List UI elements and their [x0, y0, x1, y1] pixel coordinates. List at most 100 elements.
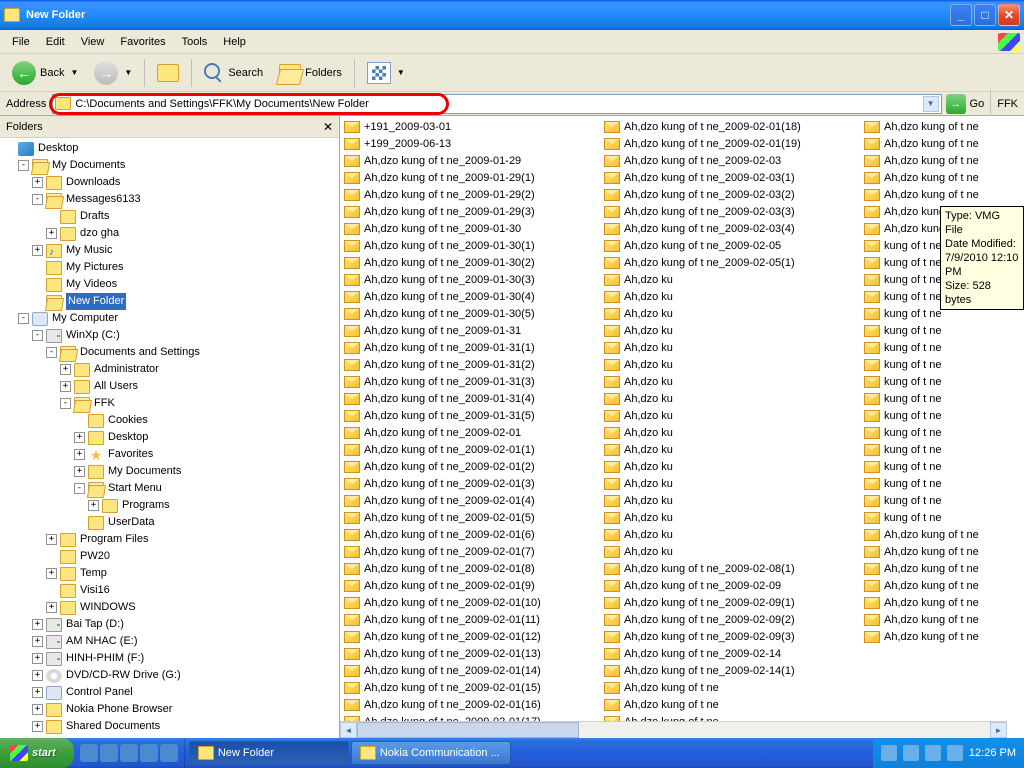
file-item[interactable]: kung of t ne [864, 356, 1014, 373]
tree-node-baitap[interactable]: +Bai Tap (D:) [4, 616, 339, 633]
file-item[interactable]: Ah,dzo ku [604, 322, 864, 339]
expand-icon[interactable]: + [32, 704, 43, 715]
file-item[interactable]: Ah,dzo ku [604, 339, 864, 356]
expand-icon[interactable]: + [60, 381, 71, 392]
file-item[interactable]: Ah,dzo kung of t ne_2009-02-09(1) [604, 594, 864, 611]
file-item[interactable]: Ah,dzo kung of t ne_2009-02-01(11) [344, 611, 604, 628]
scroll-left-icon[interactable]: ◄ [340, 722, 357, 738]
file-item[interactable]: Ah,dzo kung of t ne_2009-02-09 [604, 577, 864, 594]
tree-node-mydocs2[interactable]: +My Documents [4, 463, 339, 480]
file-item[interactable]: Ah,dzo kung of t ne_2009-02-05 [604, 237, 864, 254]
file-item[interactable]: Ah,dzo kung of t ne_2009-02-09(2) [604, 611, 864, 628]
file-item[interactable]: Ah,dzo kung of t ne_2009-01-31(5) [344, 407, 604, 424]
file-item[interactable]: Ah,dzo kung of t ne_2009-02-01(13) [344, 645, 604, 662]
file-item[interactable]: Ah,dzo ku [604, 288, 864, 305]
file-item[interactable]: Ah,dzo kung of t ne_2009-02-01(14) [344, 662, 604, 679]
tree-node-desktop2[interactable]: +Desktop [4, 429, 339, 446]
address-input[interactable]: C:\Documents and Settings\FFK\My Documen… [52, 94, 941, 114]
file-item[interactable]: Ah,dzo ku [604, 373, 864, 390]
file-item[interactable]: Ah,dzo ku [604, 441, 864, 458]
tree-node-myvids[interactable]: My Videos [4, 276, 339, 293]
tree-node-amnhac[interactable]: +AM NHAC (E:) [4, 633, 339, 650]
up-button[interactable] [151, 58, 185, 88]
file-item[interactable]: Ah,dzo kung of t ne_2009-01-30(4) [344, 288, 604, 305]
file-item[interactable]: Ah,dzo kung of t ne_2009-01-29(3) [344, 203, 604, 220]
go-button[interactable]: → [946, 94, 966, 114]
file-item[interactable]: Ah,dzo kung of t ne_2009-02-01(12) [344, 628, 604, 645]
tree-node-progfiles[interactable]: +Program Files [4, 531, 339, 548]
file-item[interactable]: Ah,dzo kung of t ne [864, 560, 1014, 577]
menu-edit[interactable]: Edit [38, 33, 73, 51]
file-item[interactable]: kung of t ne [864, 322, 1014, 339]
file-item[interactable]: Ah,dzo kung of t ne_2009-02-01(2) [344, 458, 604, 475]
scroll-right-icon[interactable]: ► [990, 722, 1007, 738]
folders-button[interactable]: Folders [273, 58, 348, 88]
menu-favorites[interactable]: Favorites [112, 33, 173, 51]
tree-node-allusers[interactable]: +All Users [4, 378, 339, 395]
back-button[interactable]: ← Back ▼ [6, 58, 84, 88]
views-button[interactable]: ▼ [361, 58, 411, 88]
file-item[interactable]: kung of t ne [864, 509, 1014, 526]
file-item[interactable]: Ah,dzo kung of t ne_2009-02-14(1) [604, 662, 864, 679]
taskbar-item-newfolder[interactable]: New Folder [189, 741, 349, 765]
file-item[interactable]: Ah,dzo kung of t ne_2009-01-31(1) [344, 339, 604, 356]
file-item[interactable]: Ah,dzo ku [604, 526, 864, 543]
taskbar-item-nokia[interactable]: Nokia Communication ... [351, 741, 511, 765]
file-item[interactable]: Ah,dzo kung of t ne_2009-02-14 [604, 645, 864, 662]
file-item[interactable]: Ah,dzo kung of t ne_2009-02-01(4) [344, 492, 604, 509]
sidebar-close-icon[interactable]: ✕ [323, 120, 333, 134]
tree-node-ffk[interactable]: -FFK [4, 395, 339, 412]
scroll-thumb[interactable] [357, 722, 579, 738]
quicklaunch-icon[interactable] [120, 744, 138, 762]
expand-icon[interactable]: - [18, 313, 29, 324]
file-item[interactable]: Ah,dzo kung of t ne_2009-01-30(1) [344, 237, 604, 254]
file-item[interactable]: kung of t ne [864, 458, 1014, 475]
menu-file[interactable]: File [4, 33, 38, 51]
file-item[interactable]: kung of t ne [864, 339, 1014, 356]
tree-node-shared[interactable]: +Shared Documents [4, 718, 339, 735]
file-list-pane[interactable]: +191_2009-03-01+199_2009-06-13Ah,dzo kun… [340, 116, 1024, 738]
tree-node-dvdcd[interactable]: +DVD/CD-RW Drive (G:) [4, 667, 339, 684]
tree-node-programs[interactable]: +Programs [4, 497, 339, 514]
tree-node-messages[interactable]: -Messages6133 [4, 191, 339, 208]
file-item[interactable]: Ah,dzo kung of t ne_2009-02-01(1) [344, 441, 604, 458]
file-item[interactable]: Ah,dzo kung of t ne [864, 577, 1014, 594]
folder-tree[interactable]: Desktop-My Documents+Downloads-Messages6… [0, 138, 339, 738]
file-item[interactable]: kung of t ne [864, 390, 1014, 407]
file-item[interactable]: Ah,dzo kung of t ne [864, 543, 1014, 560]
quicklaunch-icon[interactable] [100, 744, 118, 762]
tree-node-windows[interactable]: +WINDOWS [4, 599, 339, 616]
tree-node-cookies[interactable]: Cookies [4, 412, 339, 429]
tree-node-pw20[interactable]: PW20 [4, 548, 339, 565]
expand-icon[interactable]: + [32, 653, 43, 664]
file-item[interactable]: Ah,dzo kung of t ne_2009-02-01(9) [344, 577, 604, 594]
tray-icon[interactable] [947, 745, 963, 761]
file-item[interactable]: Ah,dzo kung of t ne [864, 169, 1014, 186]
expand-icon[interactable]: + [74, 466, 85, 477]
file-item[interactable]: Ah,dzo kung of t ne_2009-02-01 [344, 424, 604, 441]
tree-node-desktop[interactable]: Desktop [4, 140, 339, 157]
file-item[interactable]: kung of t ne [864, 373, 1014, 390]
expand-icon[interactable]: + [46, 568, 57, 579]
tree-node-dzogha[interactable]: +dzo gha [4, 225, 339, 242]
expand-icon[interactable]: - [60, 398, 71, 409]
search-button[interactable]: Search [198, 58, 269, 88]
file-item[interactable]: kung of t ne [864, 441, 1014, 458]
expand-icon[interactable]: - [18, 160, 29, 171]
tree-node-favorites[interactable]: +★Favorites [4, 446, 339, 463]
tree-node-downloads[interactable]: +Downloads [4, 174, 339, 191]
file-item[interactable]: Ah,dzo kung of t ne [864, 135, 1014, 152]
expand-icon[interactable]: + [32, 245, 43, 256]
tray-icon[interactable] [881, 745, 897, 761]
tray-icon[interactable] [903, 745, 919, 761]
expand-icon[interactable]: - [74, 483, 85, 494]
file-item[interactable]: Ah,dzo kung of t ne [864, 611, 1014, 628]
tree-node-cp[interactable]: +Control Panel [4, 684, 339, 701]
tree-node-visi16[interactable]: Visi16 [4, 582, 339, 599]
expand-icon[interactable]: - [32, 194, 43, 205]
file-item[interactable]: kung of t ne [864, 492, 1014, 509]
file-item[interactable]: Ah,dzo ku [604, 458, 864, 475]
quicklaunch-icon[interactable] [80, 744, 98, 762]
file-item[interactable]: Ah,dzo kung of t ne_2009-02-01(15) [344, 679, 604, 696]
file-item[interactable]: Ah,dzo kung of t ne_2009-02-03(4) [604, 220, 864, 237]
